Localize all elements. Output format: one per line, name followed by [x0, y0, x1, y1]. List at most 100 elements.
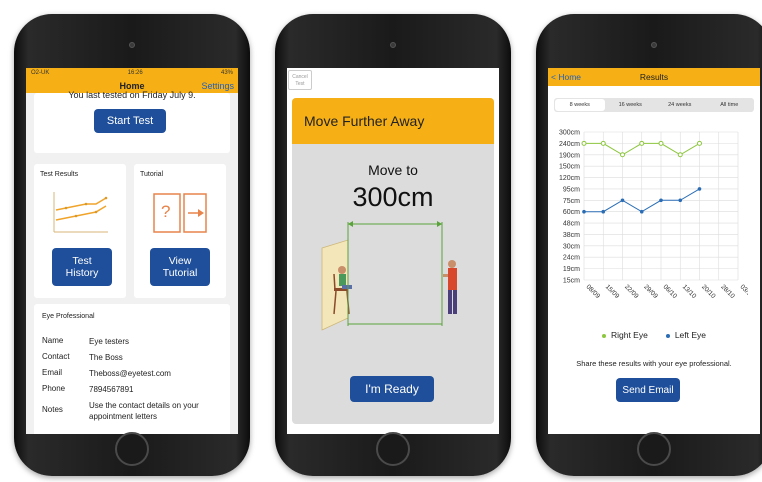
page-title: Home [119, 80, 145, 91]
test-results-card[interactable]: Test Results Test History [34, 164, 126, 298]
prof-row-name: Name Eye testers [42, 336, 226, 347]
y-tick-label: 24cm [563, 255, 580, 262]
instruction-banner: Move Further Away [292, 98, 494, 144]
distance-screen: Cancel Test Move Further Away Move to 30… [287, 68, 499, 434]
prof-row-notes: Notes Use the contact details on your ap… [42, 400, 226, 422]
test-history-button[interactable]: Test History [52, 248, 112, 286]
start-test-button[interactable]: Start Test [94, 109, 166, 133]
tab-16-weeks[interactable]: 16 weeks [606, 98, 656, 112]
test-results-title: Test Results [40, 171, 79, 178]
data-point-right-eye [639, 140, 645, 146]
data-point-right-eye [620, 152, 625, 158]
carrier: O2-UK [31, 70, 50, 76]
share-text: Share these results with your eye profes… [576, 359, 732, 368]
data-point-left-eye [678, 198, 683, 203]
x-tick-label: 06/10 [662, 283, 679, 300]
settings-link[interactable]: Settings [201, 81, 234, 91]
y-tick-label: 48cm [563, 221, 580, 228]
eye-professional-title: Eye Professional [42, 313, 95, 320]
tutorial-card[interactable]: Tutorial ? View Tutorial [134, 164, 226, 298]
x-tick-label: 29/09 [642, 283, 659, 300]
x-tick-label: 22/09 [623, 283, 640, 300]
data-point-right-eye [600, 140, 606, 146]
move-to-label: Move to [368, 162, 418, 178]
prof-value: Use the contact details on your appointm… [89, 401, 199, 421]
battery: 43% [220, 70, 233, 76]
data-point-left-eye [659, 198, 663, 203]
data-point-right-eye [581, 140, 587, 146]
cancel-test-button[interactable]: Cancel Test [288, 70, 312, 90]
eye-professional-card: Eye Professional Name Eye testers Contac… [34, 304, 230, 434]
tutorial-title: Tutorial [140, 171, 164, 178]
camera [651, 42, 657, 48]
tab-all-time[interactable]: All time [705, 98, 755, 112]
last-test-card: You last tested on Friday July 9. Start … [34, 90, 230, 153]
send-email-button[interactable]: Send Email [616, 378, 680, 402]
legend-label: Right Eye [610, 330, 648, 340]
y-tick-label: 120cm [559, 175, 580, 182]
phone-home: O2-UK 16:26 43% Home Settings You last t… [14, 14, 250, 476]
prof-label: Phone [42, 384, 66, 393]
chart-legend: Right Eye Left Eye [548, 330, 760, 340]
x-tick-label: 20/10 [700, 283, 717, 300]
prof-label: Notes [42, 405, 63, 414]
y-tick-label: 15cm [563, 278, 580, 285]
y-tick-label: 240cm [559, 141, 580, 148]
camera [129, 42, 135, 48]
prof-value: The Boss [89, 353, 123, 362]
y-tick-label: 150cm [559, 164, 580, 171]
instruction-panel: Move Further Away Move to 300cm I'm Read… [292, 98, 494, 424]
legend-dot [665, 333, 670, 338]
results-chart: 300cm 240cm 190cm 150cm 120cm 95cm 75cm 60cm 48c… [559, 130, 748, 301]
prof-label: Email [42, 368, 63, 377]
data-point-left-eye [620, 198, 625, 203]
time-range-tabs: 8 weeks 16 weeks 24 weeks All time [554, 98, 754, 112]
app-screenshots: O2-UK 16:26 43% Home Settings You last t… [0, 0, 762, 482]
prof-row-phone: Phone 7894567891 [42, 384, 226, 395]
legend-right-eye: Right Eye [601, 330, 648, 340]
home-button[interactable] [376, 432, 410, 466]
y-tick-label: 30cm [563, 243, 580, 250]
home-screen: O2-UK 16:26 43% Home Settings You last t… [26, 68, 238, 434]
prof-value[interactable]: Theboss@eyetest.com [89, 368, 226, 379]
prof-value[interactable]: 7894567891 [89, 384, 226, 395]
prof-value: Eye testers [89, 337, 130, 346]
y-tick-label: 60cm [563, 209, 580, 216]
view-tutorial-button[interactable]: View Tutorial [150, 248, 210, 286]
data-point-right-eye [697, 140, 702, 146]
prof-label: Contact [42, 352, 70, 361]
tab-24-weeks[interactable]: 24 weeks [655, 98, 705, 112]
data-point-right-eye [658, 140, 664, 146]
prof-row-email: Email Theboss@eyetest.com [42, 368, 226, 379]
legend-label: Left Eye [674, 330, 707, 340]
data-point-left-eye [582, 209, 586, 214]
prof-label: Name [42, 336, 64, 345]
y-tick-label: 38cm [563, 232, 580, 239]
im-ready-button[interactable]: I'm Ready [350, 376, 434, 402]
home-button[interactable] [637, 432, 671, 466]
y-tick-label: 19cm [563, 266, 580, 273]
x-tick-label: 13/10 [681, 283, 698, 300]
last-tested-text: You last tested on Friday July 9. [68, 90, 196, 100]
legend-dot [601, 333, 606, 338]
phone-results: < Home Results 8 weeks 16 weeks 24 weeks… [536, 14, 762, 476]
x-tick-label: 08/09 [585, 283, 602, 300]
distance-illustration [321, 221, 457, 331]
results-screen: < Home Results 8 weeks 16 weeks 24 weeks… [548, 68, 760, 434]
nav-bar: < Home Results [548, 68, 760, 86]
home-button[interactable] [115, 432, 149, 466]
back-home-link[interactable]: < Home [551, 72, 581, 82]
page-title: Results [639, 72, 669, 82]
results-graph-icon [53, 192, 108, 233]
phone-distance: Cancel Test Move Further Away Move to 30… [275, 14, 511, 476]
y-tick-label: 75cm [563, 198, 580, 205]
x-tick-label: 03/11 [739, 283, 748, 299]
y-tick-label: 95cm [563, 186, 580, 193]
data-point-left-eye [639, 209, 644, 214]
x-tick-label: 28/10 [719, 283, 736, 300]
target-distance: 300cm [352, 182, 434, 212]
tab-8-weeks[interactable]: 8 weeks [555, 99, 605, 111]
x-tick-label: 15/09 [604, 283, 621, 300]
y-tick-label: 300cm [559, 130, 580, 137]
y-tick-label: 190cm [559, 152, 580, 159]
